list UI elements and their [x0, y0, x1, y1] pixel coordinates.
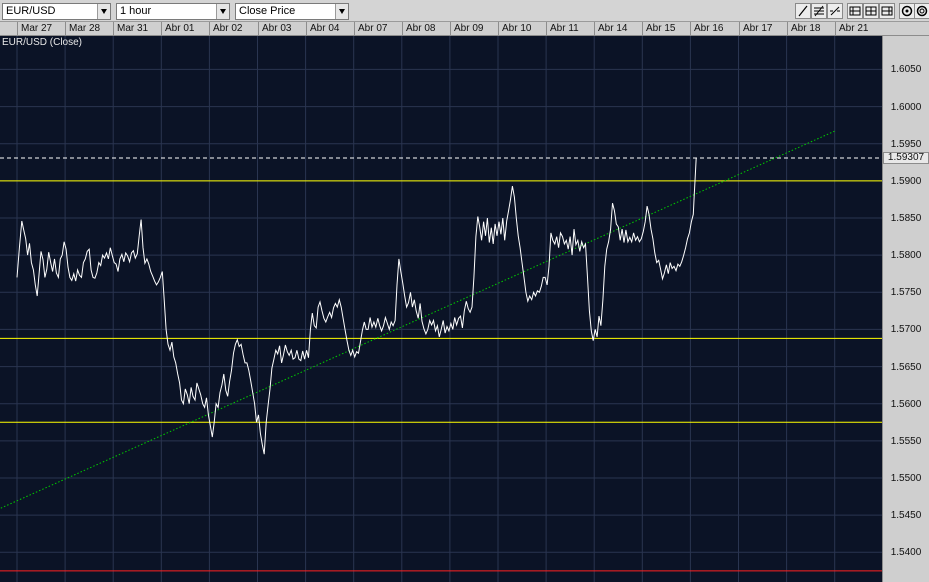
price-tick-label: 1.5800: [890, 250, 922, 261]
chart-toolbar: EUR/USD 1 hour Close Price: [0, 0, 929, 22]
date-tick-label: Abr 07: [354, 22, 387, 35]
price-tick-label: 1.5900: [890, 176, 922, 187]
chart-canvas: [0, 36, 882, 582]
date-tick-label: Abr 09: [450, 22, 483, 35]
price-tick-label: 1.5600: [890, 399, 922, 410]
current-price-tag: 1.59307: [883, 152, 929, 164]
price-chart[interactable]: EUR/USD (Close): [0, 36, 882, 582]
draw-line-icon: [798, 5, 808, 17]
fibonacci-button[interactable]: [811, 3, 827, 19]
date-tick-label: Abr 08: [402, 22, 435, 35]
price-tick-label: 1.5700: [890, 324, 922, 335]
chevron-down-icon[interactable]: [335, 4, 348, 19]
price-tick-label: 1.6050: [890, 64, 922, 75]
price-tick-label: 1.5500: [890, 473, 922, 484]
price-tick-label: 1.6000: [890, 102, 922, 113]
date-tick-label: Abr 14: [594, 22, 627, 35]
settings-button[interactable]: [899, 3, 915, 19]
symbol-value: EUR/USD: [6, 5, 56, 17]
settings-icon: [901, 5, 913, 17]
crosshair-button[interactable]: [827, 3, 843, 19]
chevron-down-icon[interactable]: [216, 4, 229, 19]
date-tick-label: Mar 27: [17, 22, 52, 35]
layout-1-button[interactable]: [847, 3, 863, 19]
interval-value: 1 hour: [120, 5, 152, 17]
layout-grid-1-icon: [849, 6, 861, 16]
date-tick-label: Abr 10: [498, 22, 531, 35]
date-tick-label: Abr 15: [642, 22, 675, 35]
date-tick-label: Abr 04: [306, 22, 339, 35]
symbol-dropdown[interactable]: EUR/USD: [2, 3, 111, 20]
interval-dropdown[interactable]: 1 hour: [116, 3, 230, 20]
price-tick-label: 1.5650: [890, 362, 922, 373]
price-tick-label: 1.5400: [890, 547, 922, 558]
fibonacci-icon: [814, 5, 824, 17]
price-tick-label: 1.5850: [890, 213, 922, 224]
price-type-value: Close Price: [239, 5, 296, 17]
layout-2-button[interactable]: [863, 3, 879, 19]
price-tick-label: 1.5550: [890, 436, 922, 447]
price-tick-label: 1.5950: [890, 139, 922, 150]
price-type-dropdown[interactable]: Close Price: [235, 3, 349, 20]
zoom-button[interactable]: [914, 3, 929, 19]
date-tick-label: Abr 02: [209, 22, 242, 35]
date-tick-label: Abr 16: [690, 22, 723, 35]
date-tick-label: Mar 31: [113, 22, 148, 35]
series-label: EUR/USD (Close): [2, 37, 83, 48]
price-axis: 1.6050 1.6000 1.5950 1.5900 1.5850 1.5800 1.57…: [882, 36, 929, 582]
date-tick-label: Abr 18: [787, 22, 820, 35]
date-tick-label: Abr 17: [739, 22, 772, 35]
layout-grid-3-icon: [881, 6, 893, 16]
layout-grid-2-icon: [865, 6, 877, 16]
layout-3-button[interactable]: [879, 3, 895, 19]
date-axis: 6Mar 27Mar 28Mar 31Abr 01Abr 02Abr 03Abr…: [0, 22, 929, 36]
date-tick-label: Abr 21: [835, 22, 868, 35]
date-tick-label: Abr 03: [258, 22, 291, 35]
zoom-icon: [916, 5, 928, 17]
trend-line: [0, 130, 835, 510]
draw-line-button[interactable]: [795, 3, 811, 19]
date-tick-label: Mar 28: [65, 22, 100, 35]
chevron-down-icon[interactable]: [97, 4, 110, 19]
crosshair-icon: [830, 6, 840, 16]
price-tick-label: 1.5450: [890, 510, 922, 521]
date-tick-label: Abr 11: [546, 22, 579, 35]
date-tick-label: Abr 01: [161, 22, 194, 35]
price-tick-label: 1.5750: [890, 287, 922, 298]
